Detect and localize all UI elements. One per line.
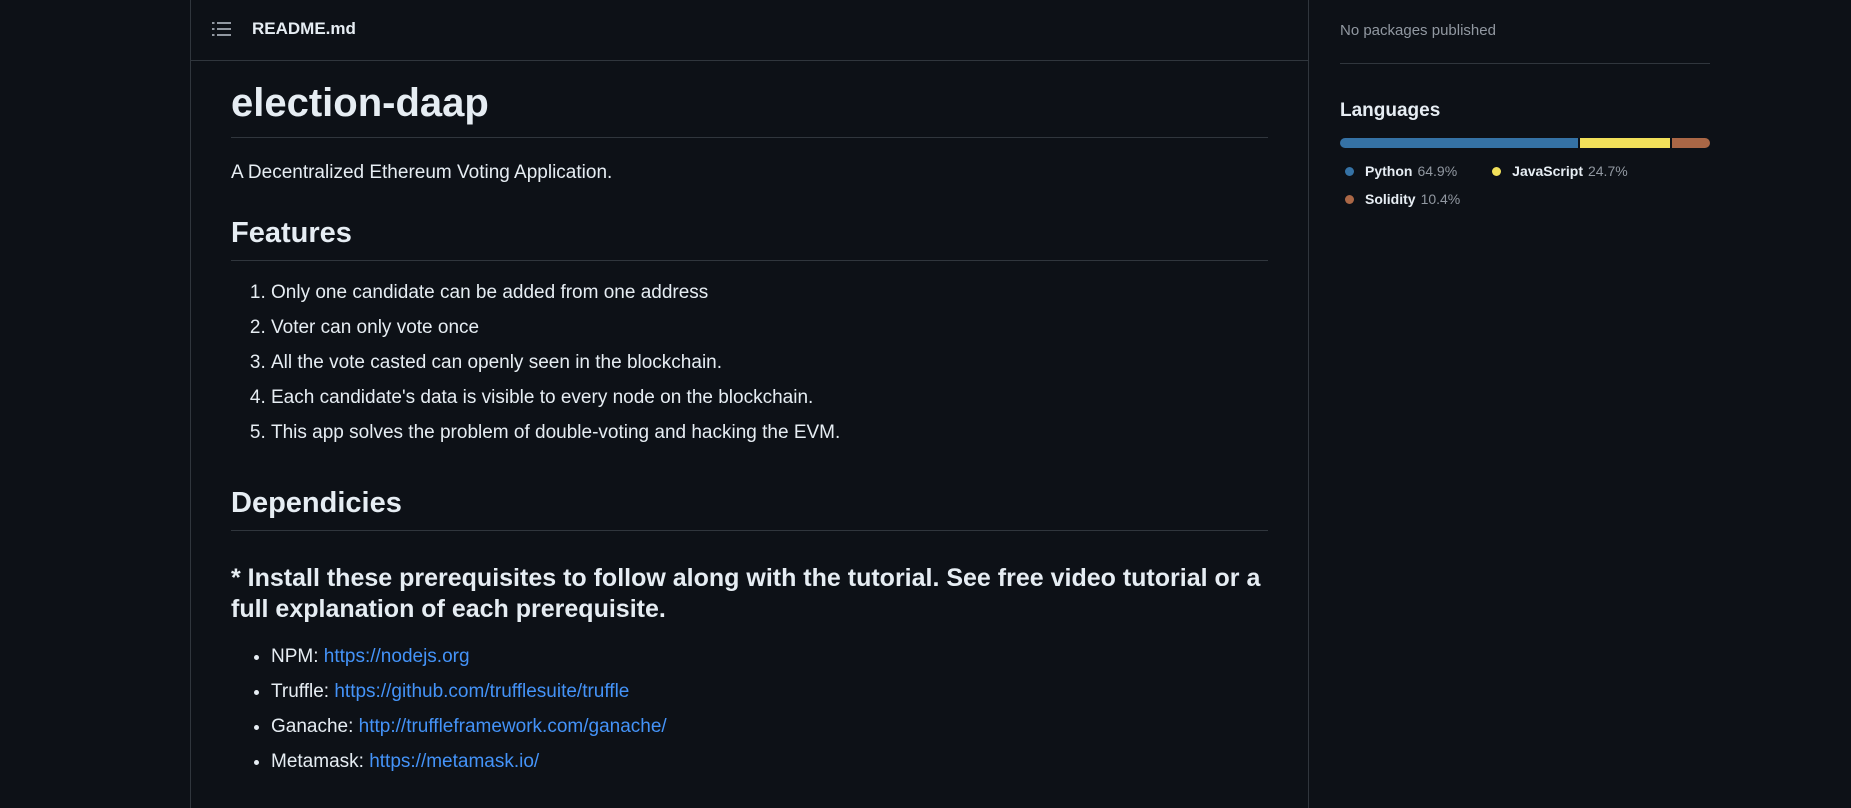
languages-heading[interactable]: Languages <box>1340 100 1710 122</box>
language-bar-solidity[interactable] <box>1671 138 1710 148</box>
language-name: Python <box>1365 163 1413 179</box>
dependencies-list: NPM: https://nodejs.org Truffle: https:/… <box>231 643 1268 783</box>
dependency-item: NPM: https://nodejs.org <box>271 643 1268 678</box>
dependency-label: Metamask: <box>271 750 370 772</box>
dependency-link[interactable]: https://github.com/trufflesuite/truffle <box>334 681 629 702</box>
languages-list: Python 64.9% JavaScript 24.7% Solidity 1… <box>1340 157 1670 213</box>
dependency-link[interactable]: http://truffleframework.com/ganache/ <box>359 716 667 737</box>
dependency-label: NPM: <box>271 645 324 667</box>
prerequisites-heading: * Install these prerequisites to follow … <box>231 563 1261 623</box>
feature-item: Only one candidate can be added from one… <box>271 279 1268 314</box>
language-item-python[interactable]: Python 64.9% <box>1340 157 1457 185</box>
dependency-item: Metamask: https://metamask.io/ <box>271 748 1268 783</box>
language-item-solidity[interactable]: Solidity 10.4% <box>1340 185 1460 213</box>
language-bar-javascript[interactable] <box>1579 138 1670 148</box>
sidebar-divider <box>1340 63 1710 64</box>
language-name: JavaScript <box>1512 163 1583 179</box>
features-list: Only one candidate can be added from one… <box>231 279 1268 454</box>
language-name: Solidity <box>1365 191 1416 207</box>
features-heading: Features <box>231 217 1268 261</box>
feature-item: This app solves the problem of double-vo… <box>271 419 1268 454</box>
dependency-label: Ganache: <box>271 715 359 737</box>
dependency-item: Truffle: https://github.com/trufflesuite… <box>271 678 1268 713</box>
feature-item: Voter can only vote once <box>271 314 1268 349</box>
feature-item: Each candidate's data is visible to ever… <box>271 384 1268 419</box>
language-bar-python[interactable] <box>1340 138 1578 148</box>
language-dot-icon <box>1345 166 1354 176</box>
language-dot-icon <box>1345 194 1354 204</box>
language-percent: 24.7% <box>1587 163 1628 179</box>
language-percent: 10.4% <box>1420 191 1461 207</box>
languages-bar <box>1340 138 1710 148</box>
language-item-javascript[interactable]: JavaScript 24.7% <box>1487 157 1628 185</box>
dependency-link[interactable]: https://nodejs.org <box>324 646 470 667</box>
language-dot-icon <box>1492 166 1502 176</box>
repo-sidebar: No packages published Languages Python 6… <box>1340 0 1710 213</box>
readme-body: election-daap A Decentralized Ethereum V… <box>191 81 1308 783</box>
readme-container: README.md election-daap A Decentralized … <box>190 0 1309 808</box>
dependency-item: Ganache: http://truffleframework.com/gan… <box>271 713 1268 748</box>
feature-item: All the vote casted can openly seen in t… <box>271 349 1268 384</box>
readme-header: README.md <box>191 0 1308 61</box>
dependencies-heading: Dependicies <box>231 487 1268 531</box>
dependency-link[interactable]: https://metamask.io/ <box>369 751 539 772</box>
packages-status: No packages published <box>1340 22 1496 39</box>
language-percent: 64.9% <box>1417 163 1458 179</box>
readme-description: A Decentralized Ethereum Voting Applicat… <box>231 162 613 183</box>
dependency-label: Truffle: <box>271 680 335 702</box>
readme-filename[interactable]: README.md <box>252 19 356 39</box>
readme-title: election-daap <box>231 81 1268 138</box>
list-unordered-icon[interactable] <box>212 21 232 37</box>
